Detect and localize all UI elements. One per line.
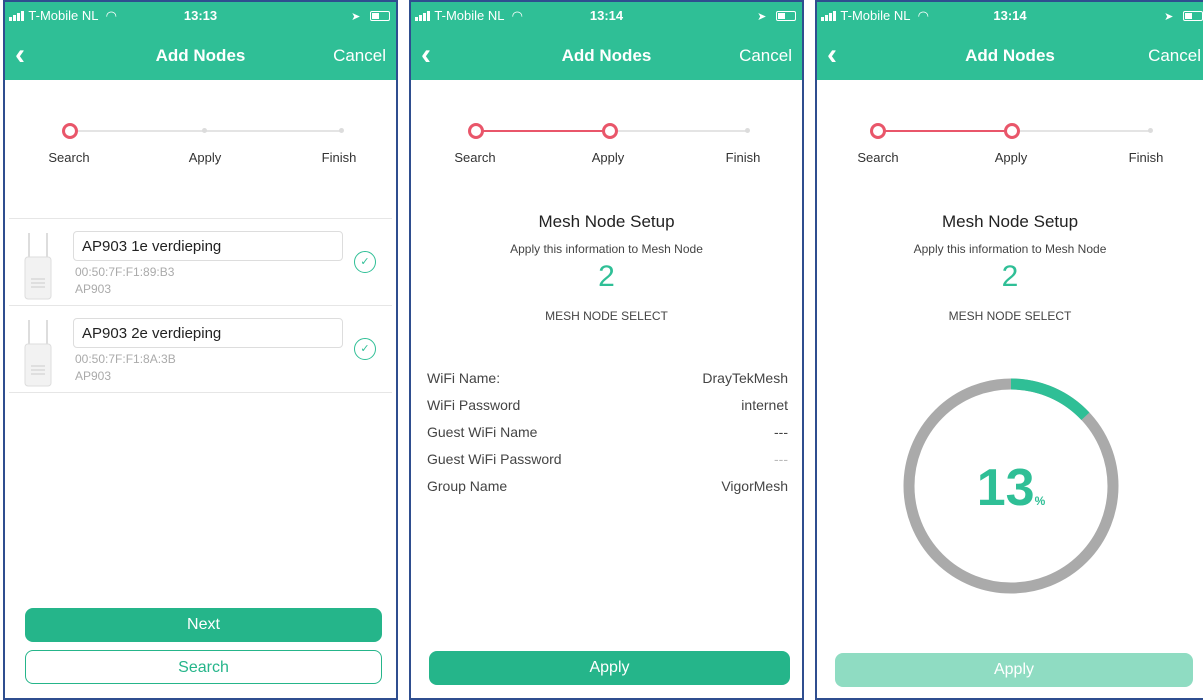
cancel-button[interactable]: Cancel: [1148, 46, 1201, 66]
screen-search: T-Mobile NL ◠ 13:13 ➤ ‹ Add Nodes Cancel…: [3, 0, 398, 700]
nav-bar: ‹ Add Nodes Cancel: [411, 38, 802, 74]
cancel-button[interactable]: Cancel: [739, 46, 792, 66]
step-label-finish: Finish: [725, 150, 761, 165]
nav-bar: ‹ Add Nodes Cancel: [817, 38, 1203, 74]
access-point-image: [24, 320, 52, 387]
info-key: WiFi Name:: [427, 370, 501, 386]
stepper: Search Apply Finish: [5, 120, 396, 170]
stepper-track: [609, 130, 749, 132]
battery-icon: [776, 11, 796, 21]
node-count-label: MESH NODE SELECT: [948, 309, 1072, 323]
screen-apply-progress: T-Mobile NL ◠ 13:14 ➤ ‹ Add Nodes Cancel…: [815, 0, 1203, 700]
checkmark-icon[interactable]: ✓: [354, 338, 376, 360]
screen-apply-info: T-Mobile NL ◠ 13:14 ➤ ‹ Add Nodes Cancel…: [409, 0, 804, 700]
progress-percentage: 13%: [901, 458, 1121, 518]
step-label-apply: Apply: [994, 150, 1028, 165]
stepper-track-done: [477, 130, 609, 132]
status-bar: T-Mobile NL ◠ 13:13 ➤: [5, 8, 396, 26]
info-value: internet: [741, 397, 788, 413]
status-time: 13:14: [993, 8, 1027, 23]
info-row-wifi-name: WiFi Name: DrayTekMesh: [427, 370, 788, 390]
battery-icon: [370, 11, 390, 21]
step-label-finish: Finish: [321, 150, 357, 165]
battery-icon: [1183, 11, 1203, 21]
search-button[interactable]: Search: [25, 650, 382, 684]
progress-unit: %: [1034, 494, 1046, 508]
step-dot-finish: [339, 128, 344, 133]
access-point-image: [24, 233, 52, 300]
status-bar: T-Mobile NL ◠ 13:14 ➤: [411, 8, 802, 26]
checkmark-icon[interactable]: ✓: [354, 251, 376, 273]
node-mac: 00:50:7F:F1:8A:3B: [75, 352, 176, 366]
location-icon: ➤: [351, 11, 361, 23]
next-button[interactable]: Next: [25, 608, 382, 642]
setup-title: Mesh Node Setup: [538, 212, 675, 231]
step-dot-search: [468, 123, 484, 139]
node-model: AP903: [75, 282, 112, 296]
info-key: Guest WiFi Name: [427, 424, 538, 440]
setup-title: Mesh Node Setup: [941, 212, 1079, 231]
node-count-label: MESH NODE SELECT: [545, 309, 668, 323]
node-mac: 00:50:7F:F1:89:B3: [75, 265, 175, 279]
list-item-node-2[interactable]: AP903 2e verdieping 00:50:7F:F1:8A:3B AP…: [9, 306, 392, 393]
step-dot-finish: [1148, 128, 1153, 133]
step-dot-apply: [602, 123, 618, 139]
header-bar: T-Mobile NL ◠ 13:14 ➤ ‹ Add Nodes Cancel: [411, 2, 802, 80]
stepper: Search Apply Finish: [817, 120, 1203, 170]
info-row-guest-wifi-name: Guest WiFi Name ---: [427, 424, 788, 444]
progress-value: 13: [976, 459, 1035, 517]
node-name-field[interactable]: AP903 1e verdieping: [73, 231, 343, 261]
location-icon: ➤: [1164, 11, 1174, 23]
cancel-button[interactable]: Cancel: [333, 46, 386, 66]
info-value: VigorMesh: [721, 478, 788, 494]
node-model: AP903: [75, 369, 112, 383]
step-label-search: Search: [48, 150, 90, 165]
step-dot-search: [62, 123, 78, 139]
node-count: 2: [1001, 260, 1019, 293]
node-name-field[interactable]: AP903 2e verdieping: [73, 318, 343, 348]
info-row-wifi-password: WiFi Password internet: [427, 397, 788, 417]
list-item-node-1[interactable]: AP903 1e verdieping 00:50:7F:F1:89:B3 AP…: [9, 218, 392, 306]
page-title: Add Nodes: [965, 46, 1055, 65]
status-bar: T-Mobile NL ◠ 13:14 ➤: [817, 8, 1203, 26]
location-icon: ➤: [757, 11, 767, 23]
step-dot-finish: [745, 128, 750, 133]
nav-bar: ‹ Add Nodes Cancel: [5, 38, 396, 74]
info-value: ---: [774, 451, 788, 467]
setup-subtitle: Apply this information to Mesh Node: [913, 242, 1107, 256]
header-bar: T-Mobile NL ◠ 13:14 ➤ ‹ Add Nodes Cancel: [817, 2, 1203, 80]
step-label-search: Search: [454, 150, 496, 165]
step-dot-apply: [202, 128, 207, 133]
info-value: DrayTekMesh: [702, 370, 788, 386]
status-time: 13:13: [183, 8, 218, 23]
node-count: 2: [598, 260, 615, 293]
step-label-finish: Finish: [1128, 150, 1164, 165]
info-row-group-name: Group Name VigorMesh: [427, 478, 788, 498]
step-label-apply: Apply: [188, 150, 222, 165]
header-bar: T-Mobile NL ◠ 13:13 ➤ ‹ Add Nodes Cancel: [5, 2, 396, 80]
info-key: Guest WiFi Password: [427, 451, 562, 467]
stepper: Search Apply Finish: [411, 120, 802, 170]
stepper-track-done: [879, 130, 1011, 132]
step-dot-apply: [1004, 123, 1020, 139]
step-dot-search: [870, 123, 886, 139]
progress-ring: 13%: [901, 376, 1121, 596]
info-value: ---: [774, 424, 788, 440]
apply-button-disabled[interactable]: Apply: [835, 653, 1193, 687]
info-key: Group Name: [427, 478, 508, 494]
setup-subtitle: Apply this information to Mesh Node: [510, 242, 703, 256]
step-label-apply: Apply: [591, 150, 625, 165]
info-key: WiFi Password: [427, 397, 521, 413]
step-label-search: Search: [857, 150, 899, 165]
apply-button[interactable]: Apply: [429, 651, 790, 685]
status-time: 13:14: [589, 8, 624, 23]
info-row-guest-wifi-password: Guest WiFi Password ---: [427, 451, 788, 471]
stepper-track: [1011, 130, 1151, 132]
